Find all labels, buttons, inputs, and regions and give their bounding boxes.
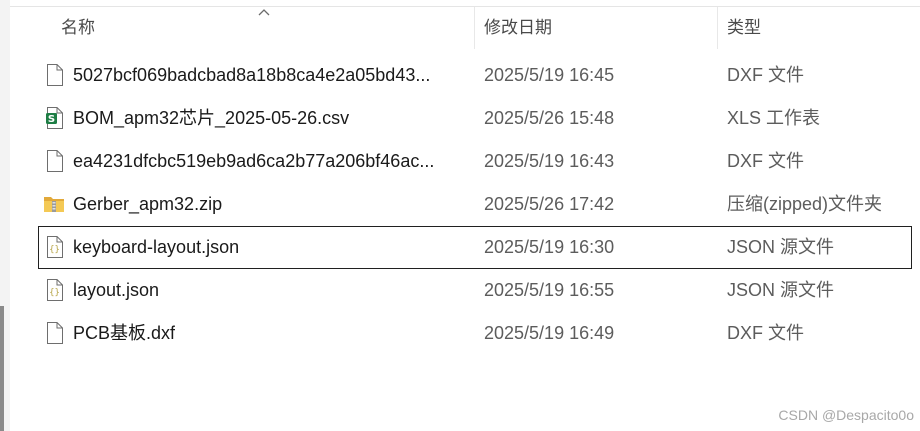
file-date-modified: 2025/5/19 16:55 (484, 280, 615, 300)
file-date-modified: 2025/5/26 17:42 (484, 194, 615, 214)
column-header-name[interactable]: 名称 (51, 7, 474, 49)
navigation-scrollbar[interactable] (0, 306, 4, 431)
svg-text:{}: {} (49, 288, 60, 298)
file-name: keyboard-layout.json (73, 237, 240, 257)
file-name: BOM_apm32芯片_2025-05-26.csv (73, 108, 350, 128)
file-row[interactable]: ea4231dfcbc519eb9ad6ca2b77a206bf46ac... … (10, 140, 920, 183)
file-row[interactable]: PCB基板.dxf 2025/5/19 16:49 DXF 文件 (10, 312, 920, 355)
document-icon (47, 150, 63, 172)
svg-text:S: S (48, 114, 55, 125)
navigation-pane-edge (0, 0, 10, 431)
file-name: 5027bcf069badcbad8a18b8ca4e2a05bd43... (73, 65, 431, 85)
file-row-focused[interactable]: {} keyboard-layout.json 2025/5/19 16:30 … (38, 226, 912, 269)
file-row[interactable]: S BOM_apm32芯片_2025-05-26.csv 2025/5/26 1… (10, 97, 920, 140)
svg-text:{}: {} (49, 245, 60, 255)
spreadsheet-icon: S (46, 107, 63, 129)
file-type: 压缩(zipped)文件夹 (727, 194, 883, 214)
file-type: JSON 源文件 (727, 237, 835, 257)
column-header-bar: 名称 修改日期 类型 (10, 7, 920, 49)
file-date-modified: 2025/5/19 16:49 (484, 323, 615, 343)
json-file-icon: {} (47, 279, 63, 301)
file-list: 5027bcf069badcbad8a18b8ca4e2a05bd43... 2… (10, 54, 920, 355)
file-name: ea4231dfcbc519eb9ad6ca2b77a206bf46ac... (73, 151, 435, 171)
file-name: Gerber_apm32.zip (73, 194, 223, 214)
file-date-modified: 2025/5/19 16:30 (484, 237, 615, 257)
file-name: PCB基板.dxf (73, 323, 176, 343)
file-type: DXF 文件 (727, 65, 805, 85)
json-file-icon: {} (47, 236, 63, 258)
file-date-modified: 2025/5/19 16:45 (484, 65, 615, 85)
file-explorer-window: 名称 修改日期 类型 5027bcf069badcbad8a18b8ca4e2a… (0, 0, 920, 431)
document-icon (47, 64, 63, 86)
file-type: DXF 文件 (727, 151, 805, 171)
column-header-type[interactable]: 类型 (717, 7, 920, 49)
file-type: JSON 源文件 (727, 280, 835, 300)
file-type: DXF 文件 (727, 323, 805, 343)
file-row[interactable]: Gerber_apm32.zip 2025/5/26 17:42 压缩(zipp… (10, 183, 920, 226)
file-date-modified: 2025/5/19 16:43 (484, 151, 615, 171)
file-type: XLS 工作表 (727, 108, 821, 128)
zip-folder-icon (44, 197, 64, 212)
file-name: layout.json (73, 280, 160, 300)
document-icon (47, 322, 63, 344)
file-row[interactable]: {} layout.json 2025/5/19 16:55 JSON 源文件 (10, 269, 920, 312)
watermark: CSDN @Despacito0o (778, 407, 914, 423)
file-date-modified: 2025/5/26 15:48 (484, 108, 615, 128)
file-row[interactable]: 5027bcf069badcbad8a18b8ca4e2a05bd43... 2… (10, 54, 920, 97)
column-header-date-modified[interactable]: 修改日期 (474, 7, 717, 49)
